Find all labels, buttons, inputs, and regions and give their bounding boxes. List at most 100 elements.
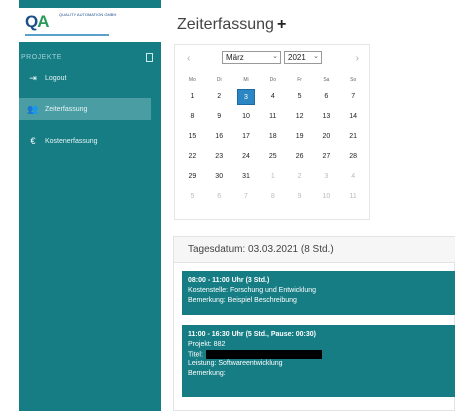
calendar-day[interactable]: 27: [313, 149, 340, 165]
calendar-day[interactable]: 23: [206, 149, 233, 165]
time-entry[interactable]: 11:00 - 16:30 Uhr (5 Std., Pause: 00:30)…: [182, 325, 455, 397]
calendar-day-other-month[interactable]: 11: [340, 189, 367, 205]
document-icon[interactable]: [146, 53, 153, 62]
calendar-week: 5 6 7 8 9 10 11: [179, 187, 367, 207]
time-entry-title-label: Titel:: [188, 350, 203, 358]
sidebar-section-projekte: PROJEKTE: [19, 52, 161, 66]
calendar-week: 1 2 3 4 5 6 7: [179, 87, 367, 107]
calendar-day[interactable]: 10: [233, 109, 260, 125]
sidebar-item-logout[interactable]: ⇥ Logout: [19, 67, 161, 89]
calendar-grid: Mo Di Mi Do Fr Sa So 1 2 3 4 5 6 7 8 9 1…: [179, 73, 367, 207]
logo-mark: QA: [25, 12, 50, 31]
calendar-day[interactable]: 25: [259, 149, 286, 165]
calendar-day[interactable]: 15: [179, 129, 206, 145]
weekday-label: Fr: [297, 77, 302, 83]
calendar-day-selected[interactable]: 3: [236, 89, 256, 105]
weekday-label: Mi: [243, 77, 249, 83]
time-entry-project: Projekt: 882: [188, 341, 226, 348]
logo: QA Quality Automation GmbH: [19, 8, 161, 42]
time-entry[interactable]: 08:00 - 11:00 Uhr (3 Std.) Kostenstelle:…: [182, 271, 455, 315]
weekday-label: Do: [269, 77, 276, 83]
calendar-day[interactable]: 19: [286, 129, 313, 145]
chevron-down-icon: ⌄: [313, 53, 319, 60]
sidebar-item-kostenerfassung[interactable]: € Kostenerfassung: [19, 130, 161, 152]
logo-tagline: Quality Automation GmbH: [59, 12, 117, 17]
time-entry-service: Leistung: Softwareentwicklung: [188, 360, 283, 368]
time-entry-title-row: Titel:: [188, 349, 450, 360]
main-content: Zeiterfassung + ‹ März ⌄ 2021 ⌄ › Mo Di M…: [161, 0, 455, 411]
day-header: Tagesdatum: 03.03.2021 (8 Std.): [174, 237, 455, 263]
calendar-day[interactable]: 17: [233, 129, 260, 145]
prev-month-button[interactable]: ‹: [187, 53, 190, 64]
time-entry-cost-center: Kostenstelle: Forschung und Entwicklung: [188, 287, 317, 294]
logout-icon: ⇥: [29, 72, 37, 83]
calendar-day[interactable]: 21: [340, 129, 367, 145]
calendar-day[interactable]: 13: [313, 109, 340, 125]
calendar-day[interactable]: 28: [340, 149, 367, 165]
calendar-day[interactable]: 16: [206, 129, 233, 145]
calendar-day-other-month[interactable]: 4: [340, 169, 367, 185]
sidebar-item-zeiterfassung[interactable]: 👥 Zeiterfassung: [19, 98, 151, 120]
time-entry-time: 11:00 - 16:30 Uhr (5 Std., Pause: 00:30): [188, 331, 316, 338]
month-select[interactable]: März ⌄: [222, 51, 281, 64]
calendar-day[interactable]: 14: [340, 109, 367, 125]
calendar-day[interactable]: 26: [286, 149, 313, 165]
calendar-day-other-month[interactable]: 2: [286, 169, 313, 185]
calendar-day[interactable]: 24: [233, 149, 260, 165]
calendar-week: 15 16 17 18 19 20 21: [179, 127, 367, 147]
calendar-week: 29 30 31 1 2 3 4: [179, 167, 367, 187]
calendar-day-other-month[interactable]: 9: [286, 189, 313, 205]
next-month-button[interactable]: ›: [356, 53, 359, 64]
calendar-day[interactable]: 12: [286, 109, 313, 125]
calendar-day[interactable]: 9: [206, 109, 233, 125]
calendar-day[interactable]: 1: [179, 89, 206, 105]
weekday-label: Di: [216, 77, 222, 83]
calendar-day[interactable]: 29: [179, 169, 206, 185]
calendar-day[interactable]: 22: [179, 149, 206, 165]
calendar-week: 22 23 24 25 26 27 28: [179, 147, 367, 167]
calendar-day[interactable]: 2: [206, 89, 233, 105]
add-entry-button[interactable]: +: [277, 16, 286, 33]
calendar: ‹ März ⌄ 2021 ⌄ › Mo Di Mi Do Fr Sa So 1…: [174, 44, 370, 220]
chevron-down-icon: ⌄: [272, 53, 278, 60]
year-select[interactable]: 2021 ⌄: [284, 51, 322, 64]
sidebar-section-label: PROJEKTE: [21, 54, 62, 61]
weekday-label: So: [350, 77, 357, 83]
calendar-day-other-month[interactable]: 7: [233, 189, 260, 205]
calendar-day-other-month[interactable]: 1: [259, 169, 286, 185]
calendar-day-other-month[interactable]: 6: [206, 189, 233, 205]
sidebar-item-label: Kostenerfassung: [45, 137, 98, 145]
users-icon: 👥: [27, 103, 39, 114]
calendar-day[interactable]: 31: [233, 169, 260, 185]
weekday-label: Mo: [188, 77, 196, 83]
calendar-day-other-month[interactable]: 8: [259, 189, 286, 205]
month-select-value: März: [226, 53, 244, 62]
calendar-day-other-month[interactable]: 5: [179, 189, 206, 205]
calendar-day[interactable]: 20: [313, 129, 340, 145]
calendar-header: ‹ März ⌄ 2021 ⌄ ›: [175, 51, 371, 67]
weekday-label: Sa: [323, 77, 330, 83]
calendar-day[interactable]: 30: [206, 169, 233, 185]
calendar-day[interactable]: 18: [259, 129, 286, 145]
calendar-day-other-month[interactable]: 3: [313, 169, 340, 185]
page-title-text: Zeiterfassung: [177, 16, 274, 33]
page-title: Zeiterfassung +: [177, 16, 286, 34]
calendar-day[interactable]: 4: [259, 89, 286, 105]
sidebar-item-label: Logout: [45, 74, 67, 82]
redacted-title: [205, 349, 322, 359]
calendar-day-other-month[interactable]: 10: [313, 189, 340, 205]
calendar-day[interactable]: 7: [340, 89, 367, 105]
weekday-row: Mo Di Mi Do Fr Sa So: [179, 73, 367, 87]
year-select-value: 2021: [288, 53, 306, 62]
day-entries-panel: Tagesdatum: 03.03.2021 (8 Std.) 08:00 - …: [173, 236, 455, 411]
time-entry-time: 08:00 - 11:00 Uhr (3 Std.): [188, 277, 270, 284]
time-entry-remark: Bemerkung:: [188, 369, 226, 377]
sidebar-item-label: Zeiterfassung: [45, 105, 88, 113]
time-entry-remark: Bemerkung: Beispiel Beschreibung: [188, 296, 297, 304]
calendar-day[interactable]: 8: [179, 109, 206, 125]
calendar-week: 8 9 10 11 12 13 14: [179, 107, 367, 127]
calendar-day[interactable]: 5: [286, 89, 313, 105]
calendar-day[interactable]: 6: [313, 89, 340, 105]
sidebar: QA Quality Automation GmbH PROJEKTE ⇥ Lo…: [19, 0, 161, 411]
calendar-day[interactable]: 11: [259, 109, 286, 125]
